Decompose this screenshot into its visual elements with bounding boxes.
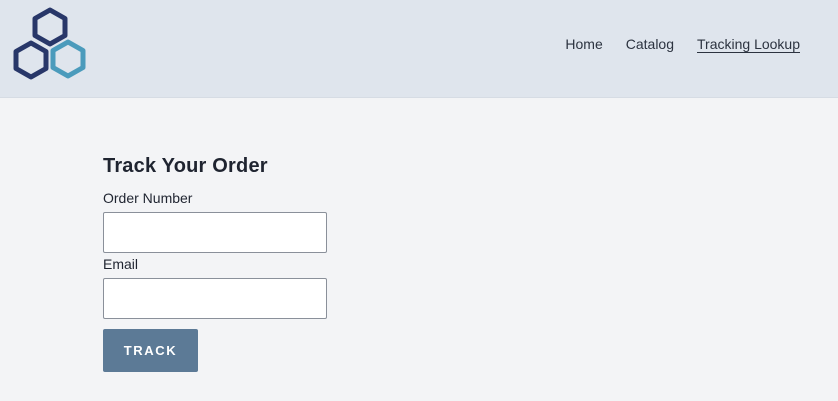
nav-home-link[interactable]: Home bbox=[565, 35, 602, 53]
hexagon-logo-icon[interactable] bbox=[10, 6, 92, 84]
nav-catalog-link[interactable]: Catalog bbox=[626, 35, 674, 53]
main-nav: Home Catalog Tracking Lookup bbox=[565, 35, 800, 53]
track-order-form: Track Your Order Order Number Email TRAC… bbox=[103, 153, 403, 372]
page-title: Track Your Order bbox=[103, 155, 268, 177]
nav-tracking-lookup-link[interactable]: Tracking Lookup bbox=[697, 35, 800, 53]
track-button[interactable]: TRACK bbox=[103, 329, 198, 372]
order-number-input[interactable] bbox=[103, 212, 327, 253]
email-label: Email bbox=[103, 256, 139, 272]
site-header: Home Catalog Tracking Lookup bbox=[0, 0, 838, 98]
email-input[interactable] bbox=[103, 278, 327, 319]
order-number-label: Order Number bbox=[103, 190, 193, 206]
